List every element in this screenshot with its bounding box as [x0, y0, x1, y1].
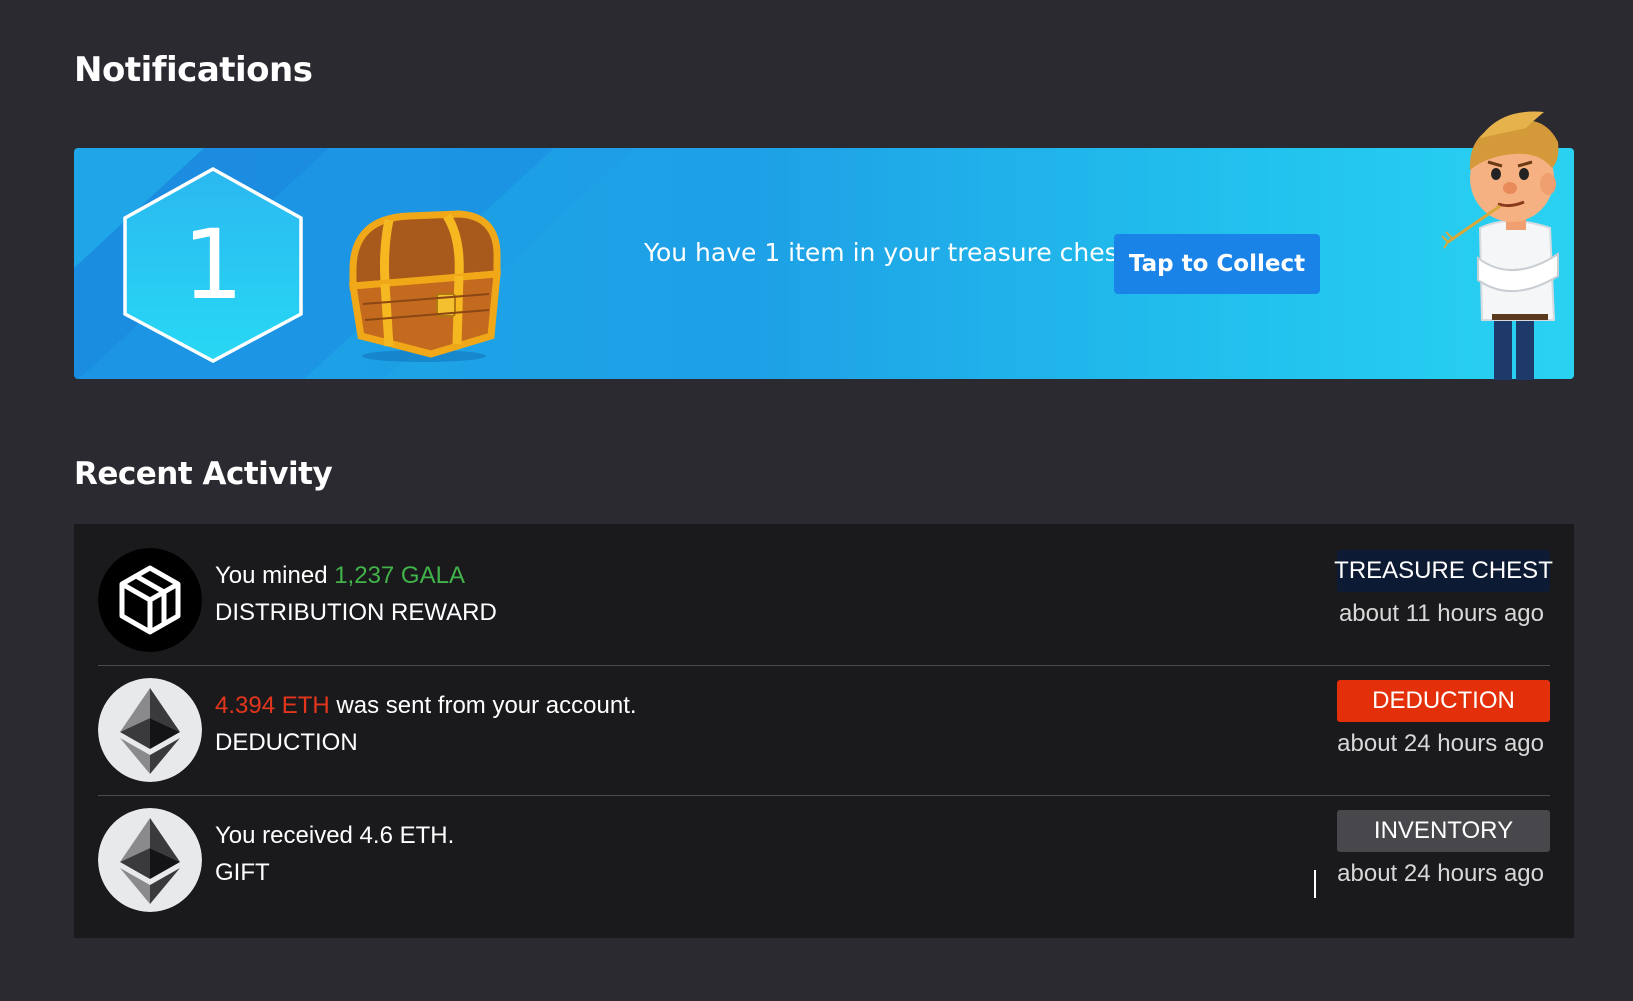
status-badge: DEDUCTION — [1337, 680, 1550, 722]
activity-description: You mined 1,237 GALA — [215, 562, 465, 590]
notifications-page: Notifications 1 You have 1 item in your … — [0, 0, 1633, 1001]
activity-text: You mined — [215, 562, 335, 589]
text-cursor — [1314, 870, 1316, 898]
item-count-hexagon: 1 — [122, 166, 304, 364]
item-count: 1 — [182, 209, 244, 321]
recent-activity-title: Recent Activity — [74, 456, 333, 492]
activity-row: 4.394 ETH was sent from your account. DE… — [98, 666, 1550, 796]
tap-to-collect-button[interactable]: Tap to Collect — [1114, 234, 1320, 294]
treasure-chest-icon — [339, 208, 504, 363]
status-badge: TREASURE CHEST — [1334, 550, 1553, 592]
page-title: Notifications — [74, 50, 313, 90]
activity-timestamp: about 11 hours ago — [1338, 600, 1544, 627]
gala-cube-icon — [98, 548, 202, 652]
activity-row: You mined 1,237 GALA DISTRIBUTION REWARD… — [98, 536, 1553, 666]
mascot-character-icon — [1440, 108, 1575, 380]
activity-type: DISTRIBUTION REWARD — [215, 599, 497, 626]
activity-text-suffix: was sent from your account. — [329, 692, 637, 719]
status-badge: INVENTORY — [1337, 810, 1550, 852]
activity-row: You received 4.6 ETH. GIFT INVENTORY abo… — [98, 796, 1550, 926]
activity-type: DEDUCTION — [215, 729, 358, 756]
treasure-chest-banner: 1 You have 1 item in your treasure chest… — [74, 148, 1574, 379]
amount-highlight: 1,237 GALA — [334, 562, 465, 589]
banner-message: You have 1 item in your treasure chest! — [644, 238, 1138, 267]
activity-text: You received 4.6 ETH. — [215, 822, 455, 849]
ethereum-icon — [98, 808, 202, 912]
activity-description: 4.394 ETH was sent from your account. — [215, 692, 637, 720]
activity-timestamp: about 24 hours ago — [1337, 730, 1544, 757]
activity-timestamp: about 24 hours ago — [1337, 860, 1544, 887]
activity-description: You received 4.6 ETH. — [215, 822, 454, 850]
ethereum-icon — [98, 678, 202, 782]
amount-highlight: 4.394 ETH — [215, 692, 330, 719]
activity-list: You mined 1,237 GALA DISTRIBUTION REWARD… — [74, 524, 1574, 938]
activity-type: GIFT — [215, 859, 270, 886]
